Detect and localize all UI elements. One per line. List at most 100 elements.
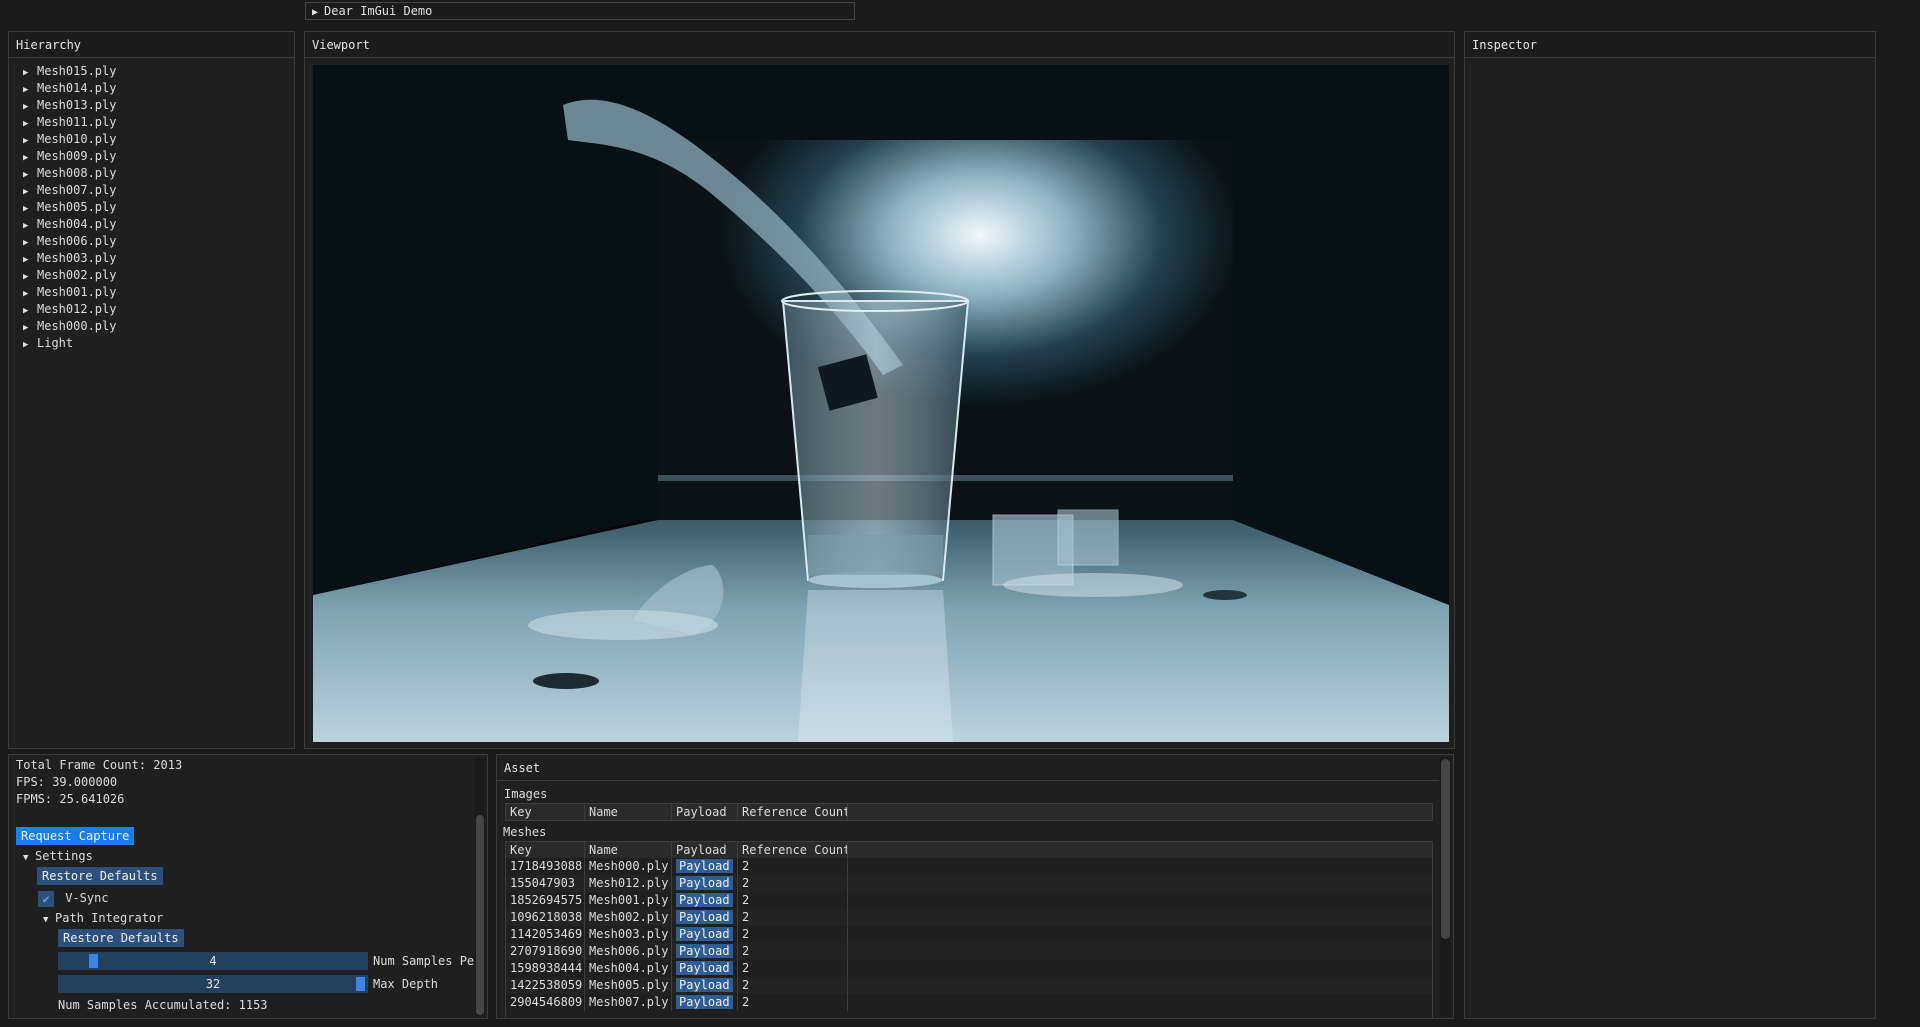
hierarchy-tree-item[interactable]: ▶ Mesh015.ply — [23, 63, 294, 80]
column-header-key[interactable]: Key — [506, 804, 585, 820]
inspector-title: Inspector — [1465, 32, 1875, 58]
path-restore-defaults-button[interactable]: Restore Defaults — [58, 929, 184, 947]
payload-button[interactable]: Payload — [676, 876, 733, 890]
demo-window-collapsed-header[interactable]: ▶ Dear ImGui Demo — [305, 2, 855, 20]
cell-filler — [848, 875, 1432, 892]
hierarchy-tree-item[interactable]: ▶ Mesh011.ply — [23, 114, 294, 131]
cell-key: 1598938444 — [506, 960, 585, 977]
cell-filler — [848, 994, 1432, 1011]
column-header-reference-count[interactable]: Reference Count — [738, 804, 848, 820]
cell-key: 1096218038 — [506, 909, 585, 926]
payload-button[interactable]: Payload — [676, 961, 733, 975]
meshes-table: Key Name Payload Reference Count 1718493… — [505, 841, 1433, 1018]
collapse-arrow-right-icon: ▶ — [312, 7, 319, 18]
images-table-header: Key Name Payload Reference Count — [506, 804, 1432, 820]
scrollbar-grab[interactable] — [476, 815, 484, 1015]
cell-name: Mesh002.ply — [585, 909, 672, 926]
hierarchy-tree-item[interactable]: ▶ Mesh009.ply — [23, 148, 294, 165]
request-capture-button[interactable]: Request Capture — [16, 827, 135, 845]
cell-key: 2904546809 — [506, 994, 585, 1011]
hierarchy-item-label: Mesh003.ply — [37, 251, 117, 265]
cell-payload: Payload — [672, 909, 738, 926]
render-view[interactable] — [313, 65, 1449, 742]
max-depth-slider[interactable]: 32 — [58, 975, 368, 993]
column-header-reference-count[interactable]: Reference Count — [738, 842, 848, 858]
num-samples-slider[interactable]: 4 — [58, 952, 368, 970]
hierarchy-item-label: Mesh015.ply — [37, 64, 117, 78]
hierarchy-item-label: Mesh012.ply — [37, 302, 117, 316]
hierarchy-item-label: Mesh002.ply — [37, 268, 117, 282]
hierarchy-tree-item[interactable]: ▶ Mesh002.ply — [23, 267, 294, 284]
hierarchy-tree-item[interactable]: ▶ Mesh006.ply — [23, 233, 294, 250]
hierarchy-tree-item[interactable]: ▶ Mesh008.ply — [23, 165, 294, 182]
column-header-name[interactable]: Name — [585, 804, 672, 820]
hierarchy-item-label: Mesh006.ply — [37, 234, 117, 248]
scrollbar-grab[interactable] — [1441, 759, 1450, 939]
cell-key: 1142053469 — [506, 926, 585, 943]
cell-reference-count: 2 — [738, 909, 848, 926]
cell-payload: Payload — [672, 892, 738, 909]
payload-button[interactable]: Payload — [676, 978, 733, 992]
hierarchy-item-label: Mesh010.ply — [37, 132, 117, 146]
slider-grab[interactable] — [356, 977, 365, 991]
hierarchy-tree-item[interactable]: ▶ Mesh001.ply — [23, 284, 294, 301]
cell-filler — [848, 926, 1432, 943]
cell-key: 1852694575 — [506, 892, 585, 909]
expanded-arrow-icon: ▼ — [23, 853, 29, 863]
meshes-label: Meshes — [503, 825, 547, 839]
hierarchy-item-label: Mesh001.ply — [37, 285, 117, 299]
hierarchy-tree-item[interactable]: ▶ Mesh004.ply — [23, 216, 294, 233]
column-header-key[interactable]: Key — [506, 842, 585, 858]
hierarchy-panel: Hierarchy ▶ Mesh015.ply ▶ Mesh014.ply ▶ Mesh0… — [8, 31, 295, 749]
cell-reference-count: 2 — [738, 977, 848, 994]
cell-name: Mesh007.ply — [585, 994, 672, 1011]
settings-label: Settings — [35, 849, 93, 863]
cell-reference-count: 2 — [738, 926, 848, 943]
hierarchy-tree-item[interactable]: ▶ Mesh014.ply — [23, 80, 294, 97]
vsync-checkbox[interactable]: ✔ — [38, 890, 54, 907]
hierarchy-tree-item[interactable]: ▶ Mesh013.ply — [23, 97, 294, 114]
asset-scrollbar[interactable] — [1440, 757, 1451, 1016]
hierarchy-tree-item[interactable]: ▶ Mesh007.ply — [23, 182, 294, 199]
asset-title: Asset — [497, 755, 1439, 781]
cell-reference-count: 2 — [738, 994, 848, 1011]
column-header-payload[interactable]: Payload — [672, 804, 738, 820]
inspector-panel: Inspector — [1464, 31, 1876, 1019]
stats-scrollbar[interactable] — [475, 757, 485, 1016]
payload-button[interactable]: Payload — [676, 995, 733, 1009]
cell-reference-count: 2 — [738, 858, 848, 875]
hierarchy-tree-item[interactable]: ▶ Mesh010.ply — [23, 131, 294, 148]
hierarchy-item-label: Mesh013.ply — [37, 98, 117, 112]
payload-button[interactable]: Payload — [676, 859, 733, 873]
payload-button[interactable]: Payload — [676, 910, 733, 924]
cell-payload: Payload — [672, 875, 738, 892]
path-integrator-tree-node[interactable]: ▼ Path Integrator — [43, 910, 163, 927]
hierarchy-tree-item[interactable]: ▶ Mesh003.ply — [23, 250, 294, 267]
hierarchy-tree-item[interactable]: ▶ Mesh000.ply — [23, 318, 294, 335]
column-header-payload[interactable]: Payload — [672, 842, 738, 858]
total-frame-count: Total Frame Count: 2013 — [16, 758, 183, 772]
restore-defaults-button[interactable]: Restore Defaults — [37, 867, 163, 885]
hierarchy-tree-item[interactable]: ▶ Mesh012.ply — [23, 301, 294, 318]
payload-button[interactable]: Payload — [676, 927, 733, 941]
column-header-name[interactable]: Name — [585, 842, 672, 858]
payload-button[interactable]: Payload — [676, 893, 733, 907]
hierarchy-item-label: Mesh005.ply — [37, 200, 117, 214]
slider-grab[interactable] — [89, 954, 98, 968]
settings-tree-node[interactable]: ▼ Settings — [23, 848, 93, 865]
payload-button[interactable]: Payload — [676, 944, 733, 958]
expanded-arrow-icon: ▼ — [43, 915, 49, 925]
cell-reference-count: 2 — [738, 943, 848, 960]
hierarchy-tree-item[interactable]: ▶ Light — [23, 335, 294, 352]
stats-panel: Total Frame Count: 2013 FPS: 39.000000 F… — [8, 754, 488, 1019]
cell-name: Mesh001.ply — [585, 892, 672, 909]
vsync-checkbox-row[interactable]: ✔ V-Sync — [38, 889, 109, 907]
cell-name: Mesh000.ply — [585, 858, 672, 875]
meshes-table-header: Key Name Payload Reference Count — [506, 842, 1432, 858]
cell-filler — [848, 858, 1432, 875]
hierarchy-tree-item[interactable]: ▶ Mesh005.ply — [23, 199, 294, 216]
cell-name: Mesh006.ply — [585, 943, 672, 960]
cell-payload: Payload — [672, 858, 738, 875]
cell-filler — [848, 977, 1432, 994]
path-integrator-label: Path Integrator — [55, 911, 164, 925]
